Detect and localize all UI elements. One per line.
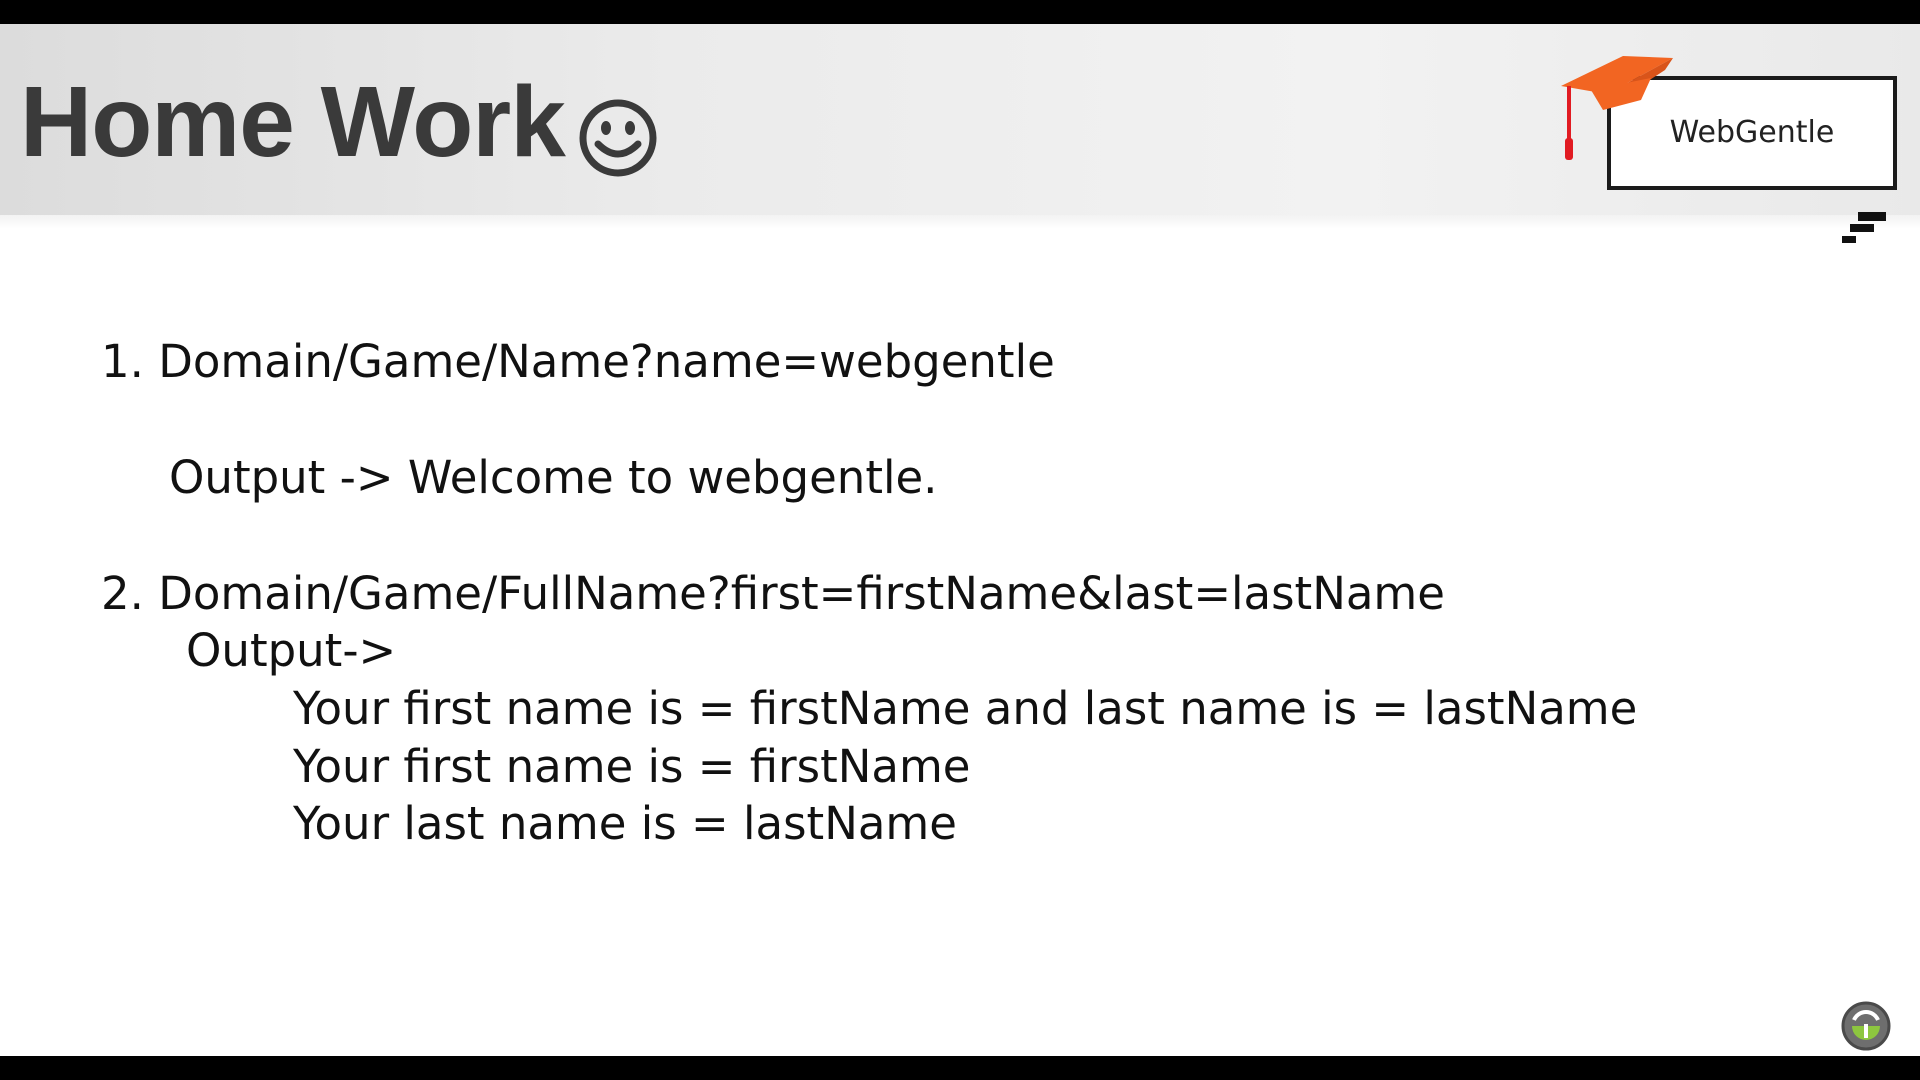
graduation-cap-icon xyxy=(1561,56,1673,160)
question-2-output-line: Your first name is = firstName and last … xyxy=(293,682,1638,735)
webgentle-logo: WebGentle xyxy=(1555,34,1905,264)
question-1-output: Output -> Welcome to webgentle. xyxy=(169,451,938,504)
question-1-url: 1. Domain/Game/Name?name=webgentle xyxy=(101,335,1055,388)
smiley-icon xyxy=(579,99,657,177)
video-frame: Home Work WebGentle 1. Domain/Game/Name?… xyxy=(0,0,1920,1080)
channel-logo-icon[interactable] xyxy=(1840,1000,1892,1052)
question-2-url: 2. Domain/Game/FullName?first=firstName&… xyxy=(101,567,1445,620)
question-2-output-line: Your first name is = firstName xyxy=(293,740,971,793)
stairs-icon xyxy=(1842,212,1886,243)
slide-title: Home Work xyxy=(20,66,566,178)
slide: Home Work WebGentle 1. Domain/Game/Name?… xyxy=(0,24,1920,1056)
question-2-output-line: Your last name is = lastName xyxy=(293,797,957,850)
question-2-output-label: Output-> xyxy=(186,624,397,677)
